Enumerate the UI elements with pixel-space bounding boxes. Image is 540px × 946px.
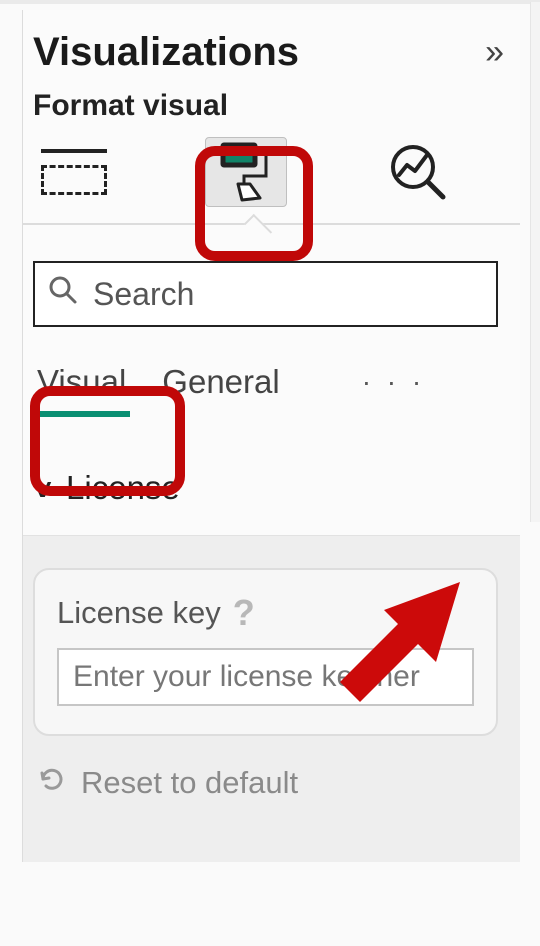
tab-general[interactable]: General	[158, 357, 283, 415]
license-key-label-row: License key ?	[57, 592, 474, 634]
search-icon	[47, 274, 79, 314]
search-placeholder: Search	[93, 276, 194, 313]
reset-to-default[interactable]: Reset to default	[33, 736, 498, 802]
visualizations-panel: Visualizations » Format visual	[0, 0, 540, 946]
analytics-button[interactable]	[377, 137, 459, 207]
license-key-label: License key	[57, 595, 221, 631]
fields-icon	[41, 149, 107, 195]
license-card: License key ? Enter your license key her	[33, 568, 498, 736]
license-key-placeholder: Enter your license key her	[73, 660, 420, 694]
panel-subtitle: Format visual	[23, 75, 520, 123]
paint-roller-icon	[216, 142, 276, 202]
build-visual-button[interactable]	[33, 137, 115, 207]
format-visual-button[interactable]	[205, 137, 287, 207]
divider	[23, 223, 520, 225]
search-input[interactable]: Search	[33, 261, 498, 327]
section-license: ∨ License	[23, 415, 520, 507]
panel-body: Visualizations » Format visual	[22, 10, 520, 862]
section-license-label: License	[66, 469, 180, 507]
analytics-icon	[387, 141, 449, 203]
panel-title: Visualizations	[33, 30, 299, 75]
license-card-area: License key ? Enter your license key her…	[23, 535, 520, 862]
tab-more[interactable]: · · ·	[312, 360, 430, 412]
reset-icon	[37, 764, 67, 802]
panel-header: Visualizations »	[23, 10, 520, 75]
collapse-chevron-icon[interactable]: »	[485, 33, 498, 72]
chevron-down-icon: ∨	[29, 473, 56, 504]
license-key-input[interactable]: Enter your license key her	[57, 648, 474, 706]
search-wrap: Search	[33, 253, 498, 327]
mode-tabs	[23, 123, 520, 223]
section-license-header[interactable]: ∨ License	[33, 469, 510, 507]
tab-visual[interactable]: Visual	[33, 357, 130, 415]
format-tabs: Visual General · · ·	[23, 327, 520, 415]
top-divider	[0, 0, 540, 4]
reset-label: Reset to default	[81, 765, 298, 801]
help-icon[interactable]: ?	[233, 592, 255, 634]
side-strip	[530, 2, 540, 522]
